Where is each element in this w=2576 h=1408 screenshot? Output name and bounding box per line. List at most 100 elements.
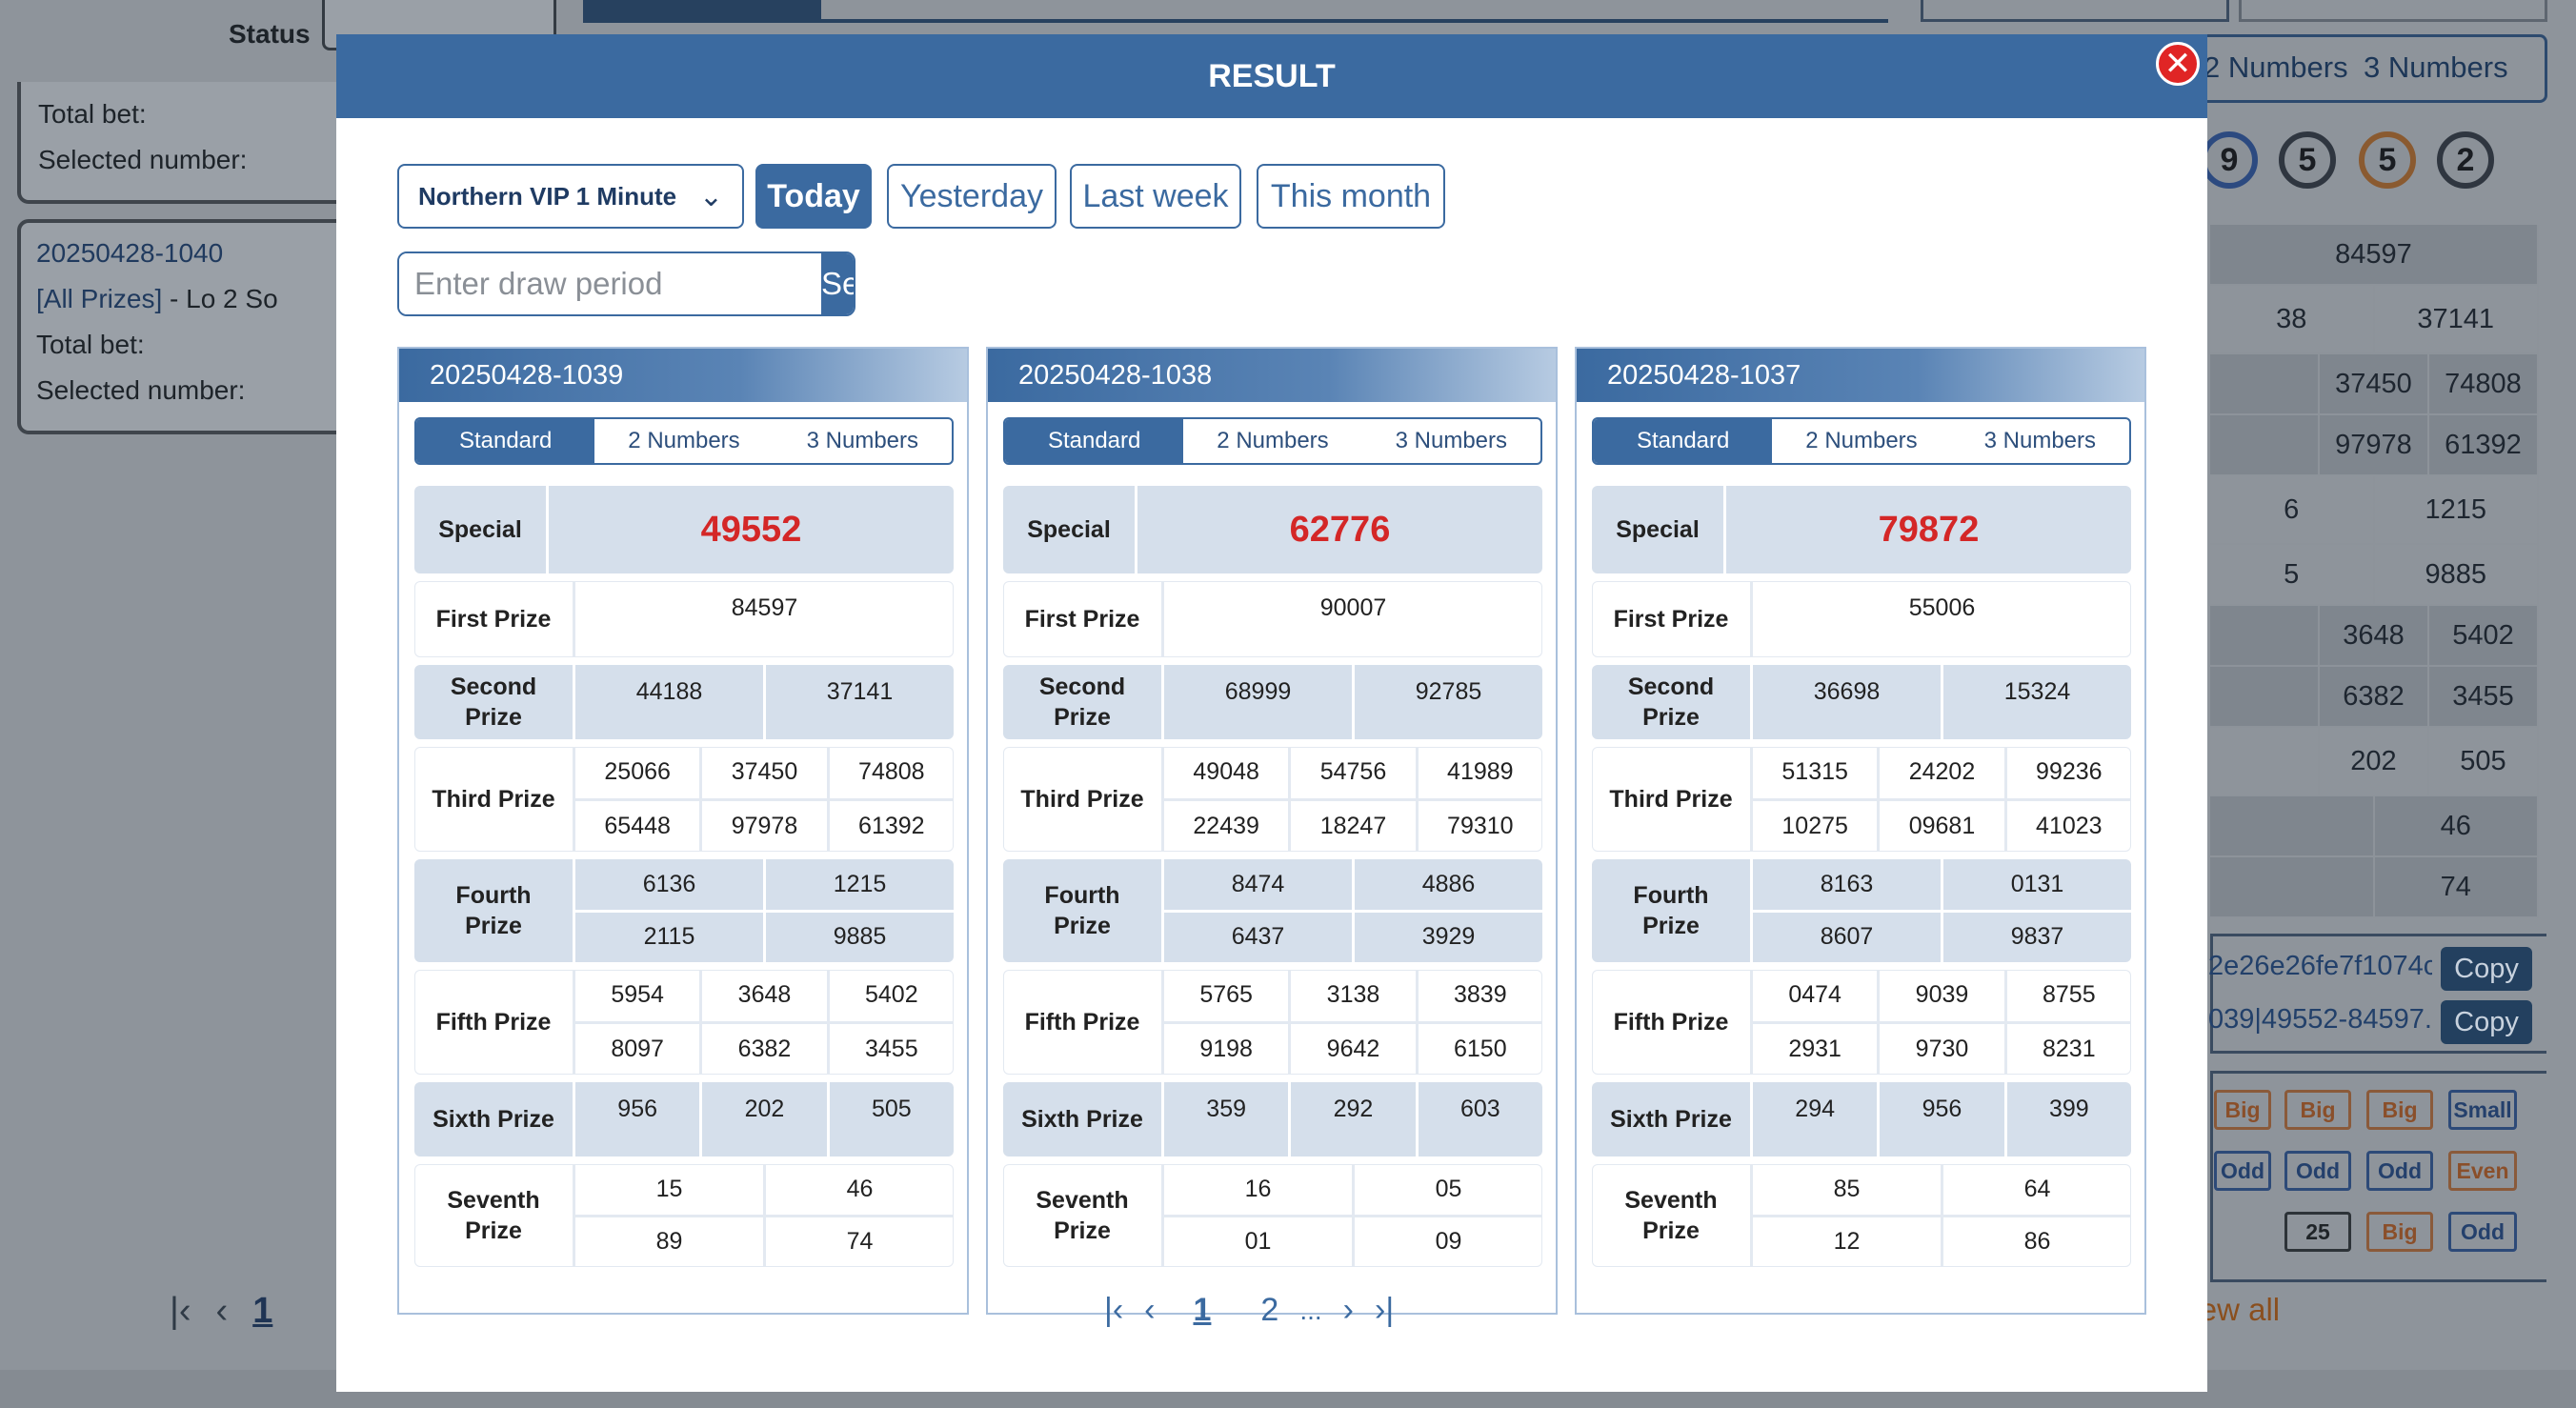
tab-standard[interactable]: Standard <box>416 419 595 463</box>
prize-number: 85 <box>1833 1175 1861 1202</box>
prize-number: 55006 <box>1908 594 1976 621</box>
draw-result-panel: 20250428-1037 Standard 2 Numbers 3 Numbers S… <box>1575 347 2146 1315</box>
lottery-select[interactable]: Northern VIP 1 Minute ⌄ <box>397 164 744 229</box>
prize-number: 37450 <box>699 747 826 798</box>
tab-standard[interactable]: Standard <box>1005 419 1184 463</box>
result-ball: 5 <box>2359 131 2416 189</box>
lottery-select-value: Northern VIP 1 Minute <box>418 181 677 211</box>
page-link[interactable]: 1 <box>252 1291 272 1332</box>
draw-period-input[interactable] <box>399 253 821 314</box>
tab-standard[interactable]: Standard <box>1594 419 1773 463</box>
copy-button[interactable]: Copy <box>2441 1000 2532 1044</box>
prize-label: Special <box>414 486 549 573</box>
bg-top-tab-active[interactable] <box>583 0 821 19</box>
next-page-icon[interactable]: › <box>1343 1292 1354 1329</box>
odd-even-chip: Even <box>2448 1151 2517 1191</box>
draw-result-panel: 20250428-1039 Standard 2 Numbers 3 Numbers S… <box>397 347 969 1315</box>
prize-number: 24202 <box>1877 747 2003 798</box>
first-page-icon[interactable]: |‹ <box>1104 1292 1123 1329</box>
bet-type: - Lo 2 So <box>162 284 278 313</box>
prize-number: 49048 <box>1193 758 1259 786</box>
big-small-chip: Big <box>2284 1090 2351 1130</box>
prize-label: First Prize <box>414 581 575 657</box>
prize-row-fifth: Fifth Prize 5765 3138 3839 9198 9642 6150 <box>1003 970 1542 1075</box>
pagination-ellipsis: ... <box>1299 1295 1322 1325</box>
prize-row-sixth: Sixth Prize 956 202 505 <box>414 1082 954 1157</box>
pagination: |‹ ‹ 1 2 ... › ›| <box>1104 1292 1394 1329</box>
bg-top-button-1[interactable] <box>1921 0 2229 22</box>
prize-number: 294 <box>1795 1096 1836 1122</box>
prize-row-third: Third Prize 25066 37450 74808 65448 97978 6139… <box>414 747 954 852</box>
close-icon[interactable]: ✕ <box>2156 42 2200 86</box>
table-row: 202 505 <box>2210 728 2539 796</box>
prize-label: Second Prize <box>1003 665 1164 739</box>
prize-number: 2115 <box>643 923 695 951</box>
table-row: 84597 <box>2210 225 2539 286</box>
prize-number: 9837 <box>1941 912 2131 962</box>
tab-3-numbers[interactable]: 3 Numbers <box>774 419 952 463</box>
modal-header: RESULT <box>336 34 2207 118</box>
prize-number: 15 <box>655 1175 683 1202</box>
prize-number: 202 <box>699 1082 826 1157</box>
prize-number: 9730 <box>1877 1023 2003 1075</box>
tab-3-numbers[interactable]: 3 Numbers <box>2364 50 2508 85</box>
prize-number: 1215 <box>763 859 954 910</box>
prize-label: Seventh Prize <box>1003 1164 1164 1267</box>
prize-number: 74 <box>763 1217 954 1267</box>
prize-row-second: Second Prize 44188 37141 <box>414 665 954 739</box>
bet-period[interactable]: 20250428-1040 <box>36 238 223 269</box>
filter-today[interactable]: Today <box>755 164 872 229</box>
last-page-icon[interactable]: ›| <box>1375 1292 1394 1329</box>
prize-number: 46 <box>763 1164 954 1215</box>
tab-2-numbers[interactable]: 2 Numbers <box>1772 419 1950 463</box>
prize-label: Second Prize <box>414 665 575 739</box>
prize-number: 603 <box>1415 1082 1542 1157</box>
prize-number: 68999 <box>1224 678 1292 705</box>
prize-number: 6382 <box>699 1023 826 1075</box>
bet-card-1: Total bet: Selected number: <box>17 82 349 204</box>
prize-row-special: Special 49552 <box>414 486 954 573</box>
table-row: 3648 5402 <box>2210 606 2539 667</box>
tab-3-numbers[interactable]: 3 Numbers <box>1362 419 1540 463</box>
prev-page-icon[interactable]: ‹ <box>1144 1292 1155 1329</box>
prize-row-sixth: Sixth Prize 359 292 603 <box>1003 1082 1542 1157</box>
result-ball: 9 <box>2201 131 2258 189</box>
search-button[interactable]: Search <box>821 253 854 314</box>
odd-even-chip: Odd <box>2448 1212 2517 1252</box>
copy-button[interactable]: Copy <box>2441 947 2532 991</box>
prize-number: 65448 <box>604 812 671 839</box>
prize-row-seventh: Seventh Prize 85 64 12 86 <box>1592 1164 2131 1267</box>
tab-3-numbers[interactable]: 3 Numbers <box>1951 419 2129 463</box>
special-number: 79872 <box>1878 509 1980 550</box>
prize-number: 8607 <box>1820 923 1874 951</box>
tab-2-numbers[interactable]: 2 Numbers <box>1183 419 1361 463</box>
prev-page-icon[interactable]: ‹ <box>216 1291 229 1332</box>
filter-last-week[interactable]: Last week <box>1070 164 1241 229</box>
prize-number: 41989 <box>1415 747 1542 798</box>
filter-yesterday[interactable]: Yesterday <box>887 164 1057 229</box>
modal-title: RESULT <box>1208 57 1336 94</box>
prize-number: 5402 <box>826 970 954 1021</box>
page-link[interactable]: 1 <box>1193 1292 1211 1329</box>
big-small-chip: Big <box>2366 1090 2433 1130</box>
prize-number: 84597 <box>731 594 798 621</box>
prize-label: Third Prize <box>1592 747 1753 852</box>
prize-number: 54756 <box>1288 747 1415 798</box>
odd-even-chip: Odd <box>2366 1151 2433 1191</box>
tab-2-numbers[interactable]: 2 Numbers <box>594 419 773 463</box>
result-modal: RESULT ✕ Northern VIP 1 Minute ⌄ Today Y… <box>336 34 2207 1392</box>
prize-number: 44188 <box>635 678 703 705</box>
prize-number: 2931 <box>1788 1035 1841 1062</box>
page-link[interactable]: 2 <box>1260 1292 1278 1329</box>
prize-label: First Prize <box>1003 581 1164 657</box>
prize-number: 8474 <box>1231 870 1285 897</box>
prize-row-fourth: Fourth Prize 6136 1215 2115 9885 <box>414 859 954 962</box>
prize-number: 09 <box>1352 1217 1542 1267</box>
result-type-tabs: Standard 2 Numbers 3 Numbers <box>414 417 954 465</box>
bet-card-2[interactable]: 20250428-1040 [All Prizes] - Lo 2 So Tot… <box>17 219 349 434</box>
prize-number: 86 <box>1941 1217 2131 1267</box>
tab-2-numbers[interactable]: 2 Numbers <box>2204 50 2348 85</box>
bg-top-button-2[interactable] <box>2239 0 2547 22</box>
filter-this-month[interactable]: This month <box>1257 164 1445 229</box>
first-page-icon[interactable]: |‹ <box>170 1291 191 1332</box>
